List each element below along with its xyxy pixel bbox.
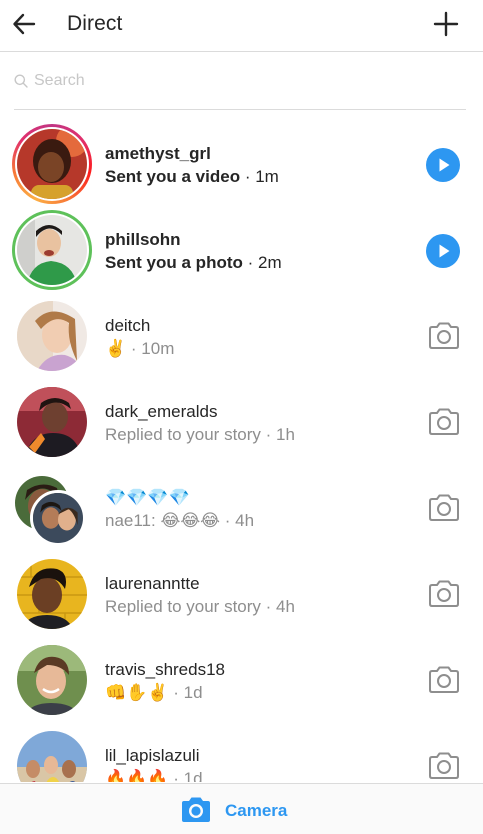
thread-username: deitch <box>105 316 151 335</box>
story-ring <box>12 124 92 204</box>
camera-icon <box>429 408 459 435</box>
thread-text: lil_lapislazuli 🔥🔥🔥 · 1d <box>105 745 405 782</box>
camera-icon <box>429 752 459 779</box>
thread-username: lil_lapislazuli <box>105 746 200 765</box>
profile-photo <box>17 559 87 629</box>
profile-photo <box>17 129 87 199</box>
thread-row[interactable]: dark_emeralds Replied to your story · 1h <box>0 378 483 464</box>
profile-photo <box>30 490 86 546</box>
search-icon <box>14 74 28 88</box>
preview-text: Sent you a video <box>105 167 241 186</box>
camera-icon <box>182 797 210 822</box>
thread-preview: Replied to your story · 4h <box>105 595 405 618</box>
thread-username: phillsohn <box>105 230 181 249</box>
bottom-bar: Camera <box>0 783 483 834</box>
thread-username: travis_shreds18 <box>105 660 226 679</box>
avatar[interactable] <box>12 726 92 782</box>
camera-icon <box>429 580 459 607</box>
search-input[interactable] <box>34 69 434 93</box>
preview-text: Sent you a photo <box>105 253 243 272</box>
thread-row[interactable]: phillsohn Sent you a photo · 2m <box>0 206 483 292</box>
camera-button[interactable] <box>427 751 461 781</box>
timestamp: · 1h <box>260 425 295 444</box>
camera-button[interactable] <box>427 321 461 351</box>
thread-groupname: 💎💎💎💎 <box>105 488 190 507</box>
timestamp: · 1d <box>168 683 203 702</box>
preview-text: 👊✋✌️ <box>105 683 169 702</box>
avatar[interactable] <box>12 296 92 376</box>
search-bar <box>14 66 466 110</box>
thread-preview: Sent you a video · 1m <box>105 165 405 188</box>
thread-text: deitch ✌️ · 10m <box>105 315 405 360</box>
play-button[interactable] <box>426 234 460 268</box>
timestamp: · 4h <box>220 511 255 530</box>
camera-tab-label: Camera <box>225 801 288 820</box>
preview-text: Replied to your story <box>105 597 261 616</box>
thread-text: dark_emeralds Replied to your story · 1h <box>105 401 405 446</box>
profile-photo <box>17 301 87 371</box>
camera-button[interactable] <box>427 493 461 523</box>
thread-text: amethyst_grl Sent you a video · 1m <box>105 143 405 188</box>
thread-preview: 🔥🔥🔥 · 1d <box>105 767 405 782</box>
thread-username: dark_emeralds <box>105 402 218 421</box>
preview-text: ✌️ <box>105 339 127 358</box>
thread-preview: 👊✋✌️ · 1d <box>105 681 405 704</box>
thread-text: travis_shreds18 👊✋✌️ · 1d <box>105 659 405 704</box>
preview-text: nae11: 😂😂😂 <box>105 511 221 530</box>
avatar[interactable] <box>12 124 92 204</box>
profile-photo <box>17 387 87 457</box>
thread-row[interactable]: 💎💎💎💎 nae11: 😂😂😂 · 4h <box>0 464 483 550</box>
camera-button[interactable] <box>427 407 461 437</box>
avatar[interactable] <box>12 640 92 720</box>
plus-icon <box>433 11 459 37</box>
page-title: Direct <box>67 12 123 35</box>
arrow-left-icon <box>13 13 36 35</box>
close-friends-ring <box>12 210 92 290</box>
camera-button[interactable] <box>427 665 461 695</box>
avatar[interactable] <box>12 210 92 290</box>
timestamp: · 4h <box>260 597 295 616</box>
play-icon <box>439 244 450 258</box>
thread-row[interactable]: laurenanntte Replied to your story · 4h <box>0 550 483 636</box>
back-button[interactable] <box>10 9 40 39</box>
camera-icon <box>429 322 459 349</box>
timestamp: · 10m <box>126 339 175 358</box>
camera-icon <box>429 666 459 693</box>
camera-icon <box>429 494 459 521</box>
timestamp: · 1m <box>240 167 279 186</box>
thread-username: amethyst_grl <box>105 144 211 163</box>
direct-inbox-screen: Direct Search amethyst_grl Sent you a vi… <box>0 0 483 834</box>
profile-photo <box>17 645 87 715</box>
thread-username: laurenanntte <box>105 574 200 593</box>
avatar[interactable] <box>12 554 92 634</box>
group-avatar[interactable] <box>12 468 92 548</box>
thread-text: laurenanntte Replied to your story · 4h <box>105 573 405 618</box>
play-button[interactable] <box>426 148 460 182</box>
profile-photo <box>17 731 87 782</box>
thread-text: 💎💎💎💎 nae11: 😂😂😂 · 4h <box>105 487 405 532</box>
thread-text: phillsohn Sent you a photo · 2m <box>105 229 405 274</box>
thread-preview: nae11: 😂😂😂 · 4h <box>105 509 405 532</box>
thread-preview: Sent you a photo · 2m <box>105 251 405 274</box>
thread-row[interactable]: amethyst_grl Sent you a video · 1m <box>0 120 483 206</box>
profile-photo <box>17 215 87 285</box>
timestamp: · 1d <box>168 769 203 782</box>
camera-button[interactable] <box>427 579 461 609</box>
thread-row[interactable]: deitch ✌️ · 10m <box>0 292 483 378</box>
thread-list: amethyst_grl Sent you a video · 1m phill… <box>0 120 483 782</box>
thread-row[interactable]: lil_lapislazuli 🔥🔥🔥 · 1d <box>0 722 483 782</box>
timestamp: · 2m <box>242 253 282 272</box>
thread-preview: Replied to your story · 1h <box>105 423 405 446</box>
preview-text: 🔥🔥🔥 <box>105 769 169 782</box>
play-icon <box>439 158 450 172</box>
new-message-button[interactable] <box>433 11 459 37</box>
thread-preview: ✌️ · 10m <box>105 337 405 360</box>
thread-row[interactable]: travis_shreds18 👊✋✌️ · 1d <box>0 636 483 722</box>
header: Direct <box>0 0 483 52</box>
camera-tab-button[interactable]: Camera <box>180 796 320 824</box>
avatar[interactable] <box>12 382 92 462</box>
preview-text: Replied to your story <box>105 425 261 444</box>
